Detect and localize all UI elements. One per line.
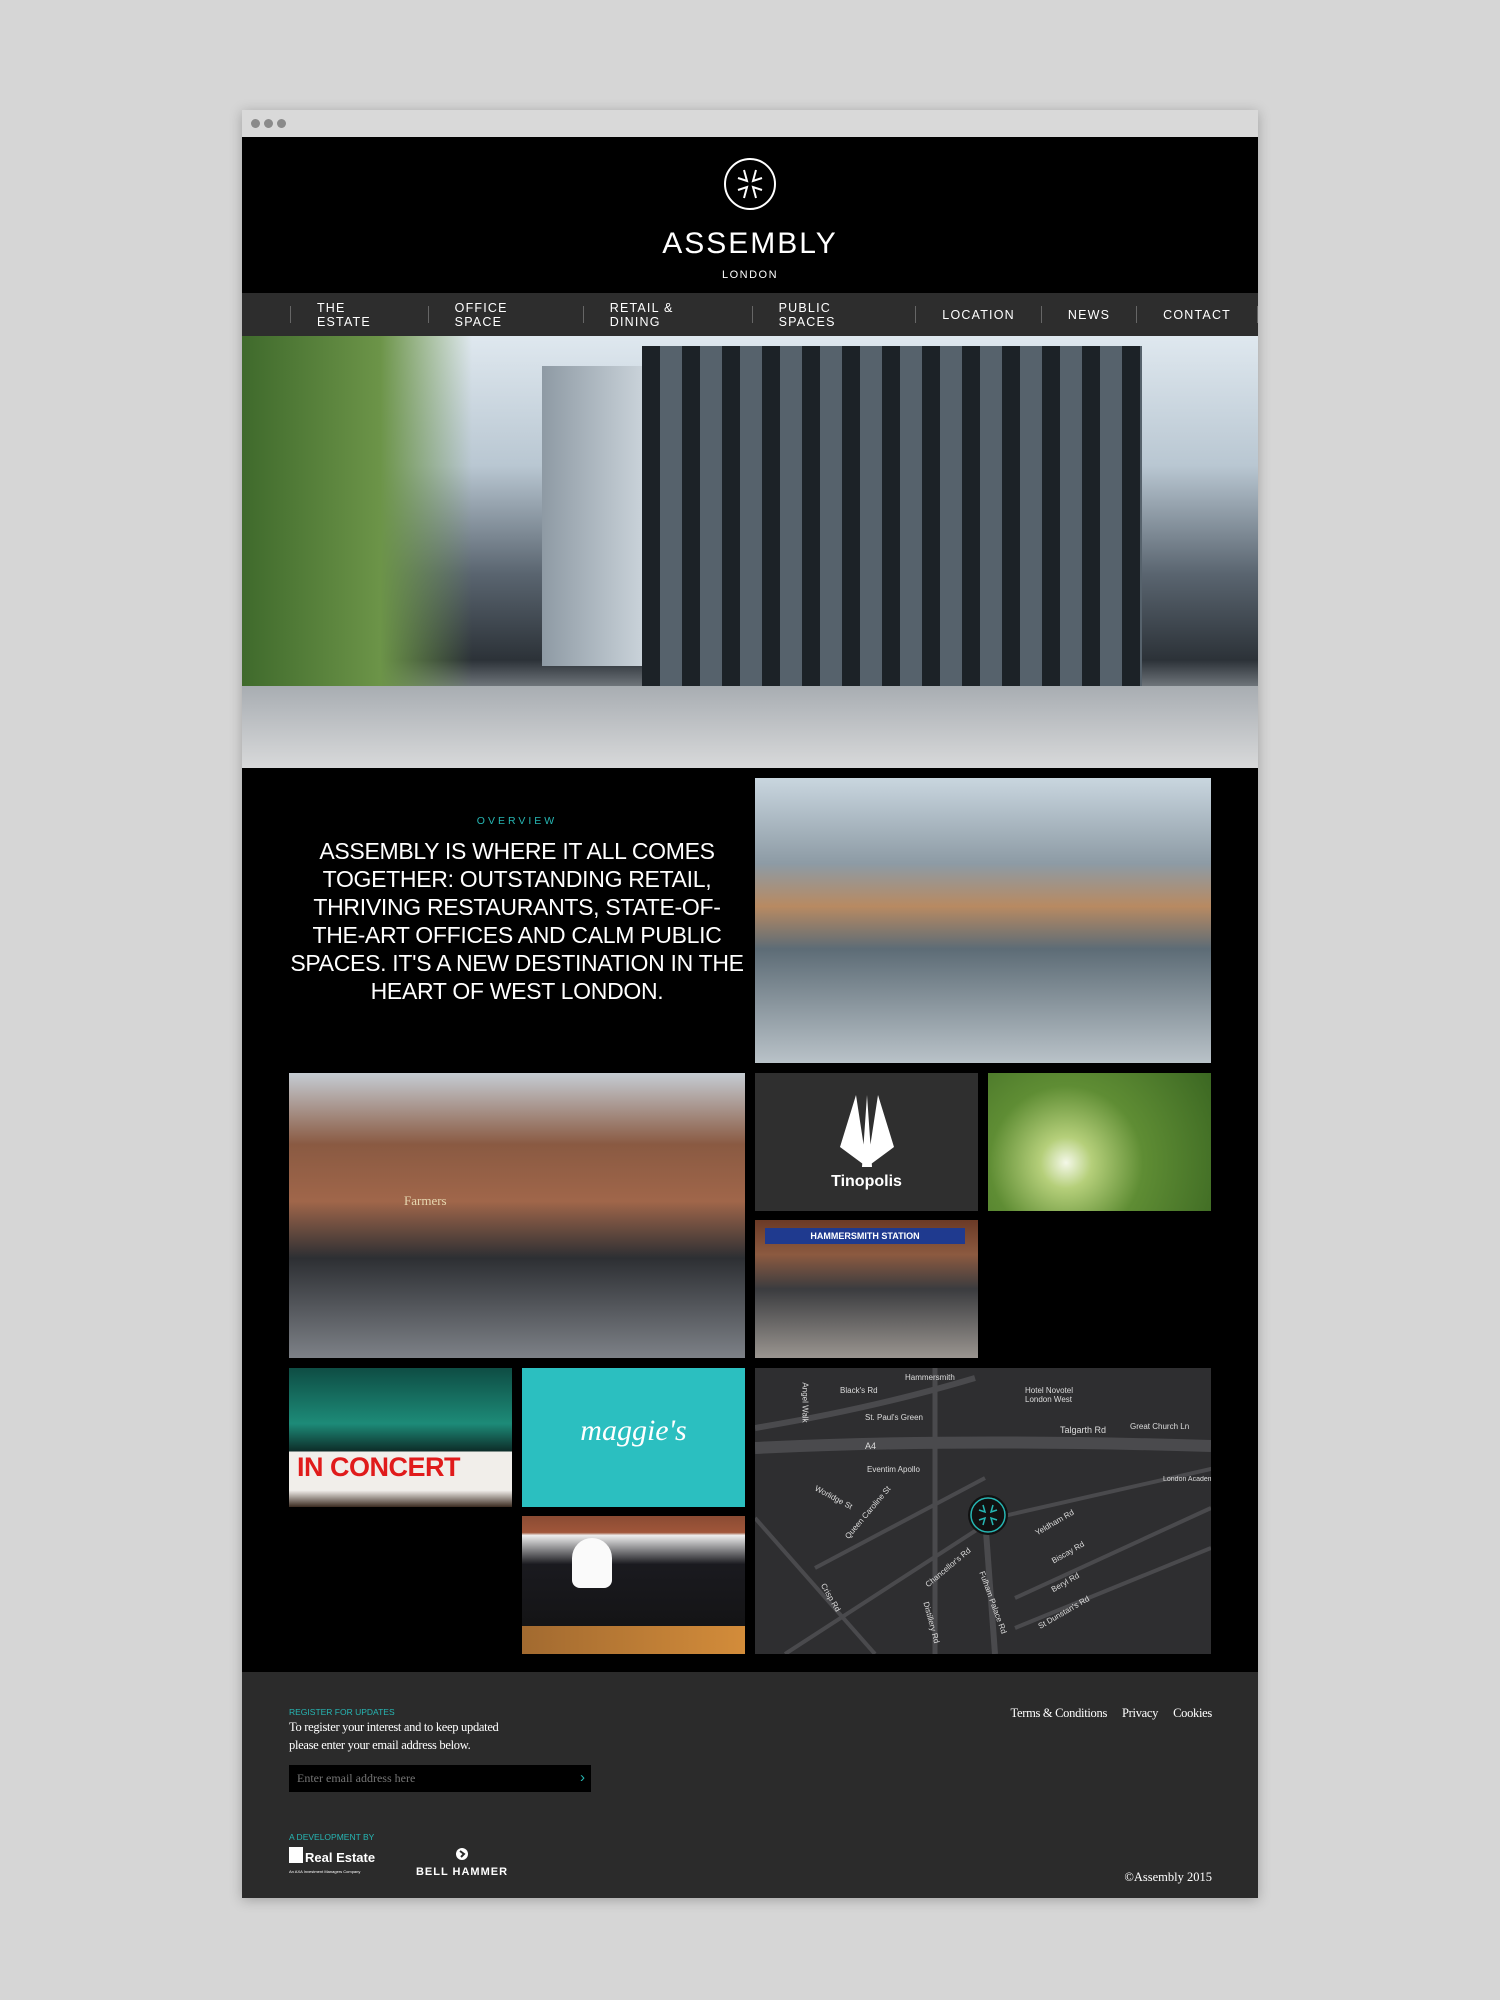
map-label: London Academy of Music & Drama [1163, 1476, 1211, 1483]
maggies-logo: maggie's [580, 1414, 687, 1447]
footer-links: Terms & Conditions Privacy Cookies [1011, 1706, 1213, 1721]
submit-arrow-icon[interactable]: › [580, 1769, 585, 1786]
tinopolis-logo-icon [840, 1095, 894, 1167]
brand-name[interactable]: ASSEMBLY [242, 227, 1258, 261]
copyright: ©Assembly 2015 [1124, 1870, 1212, 1884]
main-nav: THE ESTATE OFFICE SPACE RETAIL & DINING … [242, 293, 1258, 336]
nav-news[interactable]: NEWS [1042, 308, 1136, 322]
site-footer: REGISTER FOR UPDATES To register your in… [242, 1672, 1258, 1898]
axa-real-estate-logo[interactable]: Real Estate An AXA Investment Managers C… [289, 1847, 389, 1882]
window-minimize-button[interactable] [264, 119, 273, 128]
map-label: Eventim Apollo [867, 1465, 920, 1474]
browser-window: ASSEMBLY LONDON THE ESTATE OFFICE SPACE … [242, 110, 1258, 1898]
bell-hammer-logo[interactable]: BELL HAMMER [412, 1847, 512, 1882]
register-text-line2: please enter your email address below. [289, 1738, 471, 1752]
nav-public-spaces[interactable]: PUBLIC SPACES [753, 301, 916, 329]
cookies-link[interactable]: Cookies [1173, 1706, 1212, 1721]
window-maximize-button[interactable] [277, 119, 286, 128]
overview-label: OVERVIEW [476, 815, 558, 827]
map-label: Hotel Novotel London West [1025, 1386, 1074, 1404]
assembly-compass-icon[interactable] [723, 157, 777, 211]
register-label: REGISTER FOR UPDATES [289, 1707, 395, 1717]
site-header: ASSEMBLY LONDON [242, 137, 1258, 293]
map-label: Talgarth Rd [1060, 1425, 1107, 1435]
axa-logo-icon [289, 1847, 303, 1863]
nav-office-space[interactable]: OFFICE SPACE [429, 301, 583, 329]
partner2-name: BELL HAMMER [415, 1866, 509, 1878]
partner1-name: Real Estate [305, 1850, 376, 1865]
trees-image[interactable] [988, 1073, 1211, 1211]
map-label: A4 [865, 1441, 877, 1451]
concert-sign: IN CONCERT [297, 1452, 461, 1482]
brand-subtitle: LONDON [721, 269, 779, 281]
map-label: Hammersmith [905, 1373, 955, 1382]
chair-interior-image[interactable] [522, 1516, 745, 1654]
map-label: Great Church Ln [1130, 1422, 1190, 1431]
nav-the-estate[interactable]: THE ESTATE [291, 301, 428, 329]
tinopolis-tile[interactable]: Tinopolis [755, 1073, 978, 1211]
tinopolis-label: Tinopolis [831, 1173, 902, 1190]
partner1-subtitle: An AXA Investment Managers Company [289, 1869, 361, 1874]
hero-building-image [242, 336, 1258, 768]
map-label: Black's Rd [840, 1386, 878, 1395]
nav-retail-dining[interactable]: RETAIL & DINING [584, 301, 752, 329]
development-label: A DEVELOPMENT BY [289, 1832, 375, 1842]
nav-contact[interactable]: CONTACT [1137, 308, 1257, 322]
register-text-line1: To register your interest and to keep up… [289, 1720, 499, 1734]
hammersmith-station-image[interactable]: HAMMERSMITH STATION [755, 1220, 978, 1358]
bell-hammer-icon [456, 1848, 468, 1860]
email-input[interactable] [289, 1765, 559, 1792]
terms-link[interactable]: Terms & Conditions [1011, 1706, 1108, 1721]
station-sign: HAMMERSMITH STATION [765, 1228, 965, 1244]
map-label: Angel Walk [800, 1382, 810, 1423]
email-form: › [289, 1765, 591, 1792]
window-close-button[interactable] [251, 119, 260, 128]
retail-street-image[interactable]: Farmers [289, 1073, 745, 1358]
title-bar [242, 110, 1258, 137]
map-label: St. Paul's Green [865, 1413, 923, 1422]
concert-venue-image[interactable]: IN CONCERT [289, 1368, 512, 1507]
nav-divider [1257, 306, 1258, 323]
nav-location[interactable]: LOCATION [916, 308, 1041, 322]
atrium-interior-image[interactable] [755, 778, 1211, 1063]
overview-text: ASSEMBLY IS WHERE IT ALL COMES TOGETHER:… [290, 838, 744, 1004]
privacy-link[interactable]: Privacy [1122, 1706, 1158, 1721]
map-location-pin-icon[interactable] [967, 1494, 1009, 1536]
maggies-tile[interactable]: maggie's [522, 1368, 745, 1507]
location-map[interactable]: Hammersmith Black's Rd Angel Walk St. Pa… [755, 1368, 1211, 1654]
shop-sign: Farmers [404, 1193, 447, 1208]
